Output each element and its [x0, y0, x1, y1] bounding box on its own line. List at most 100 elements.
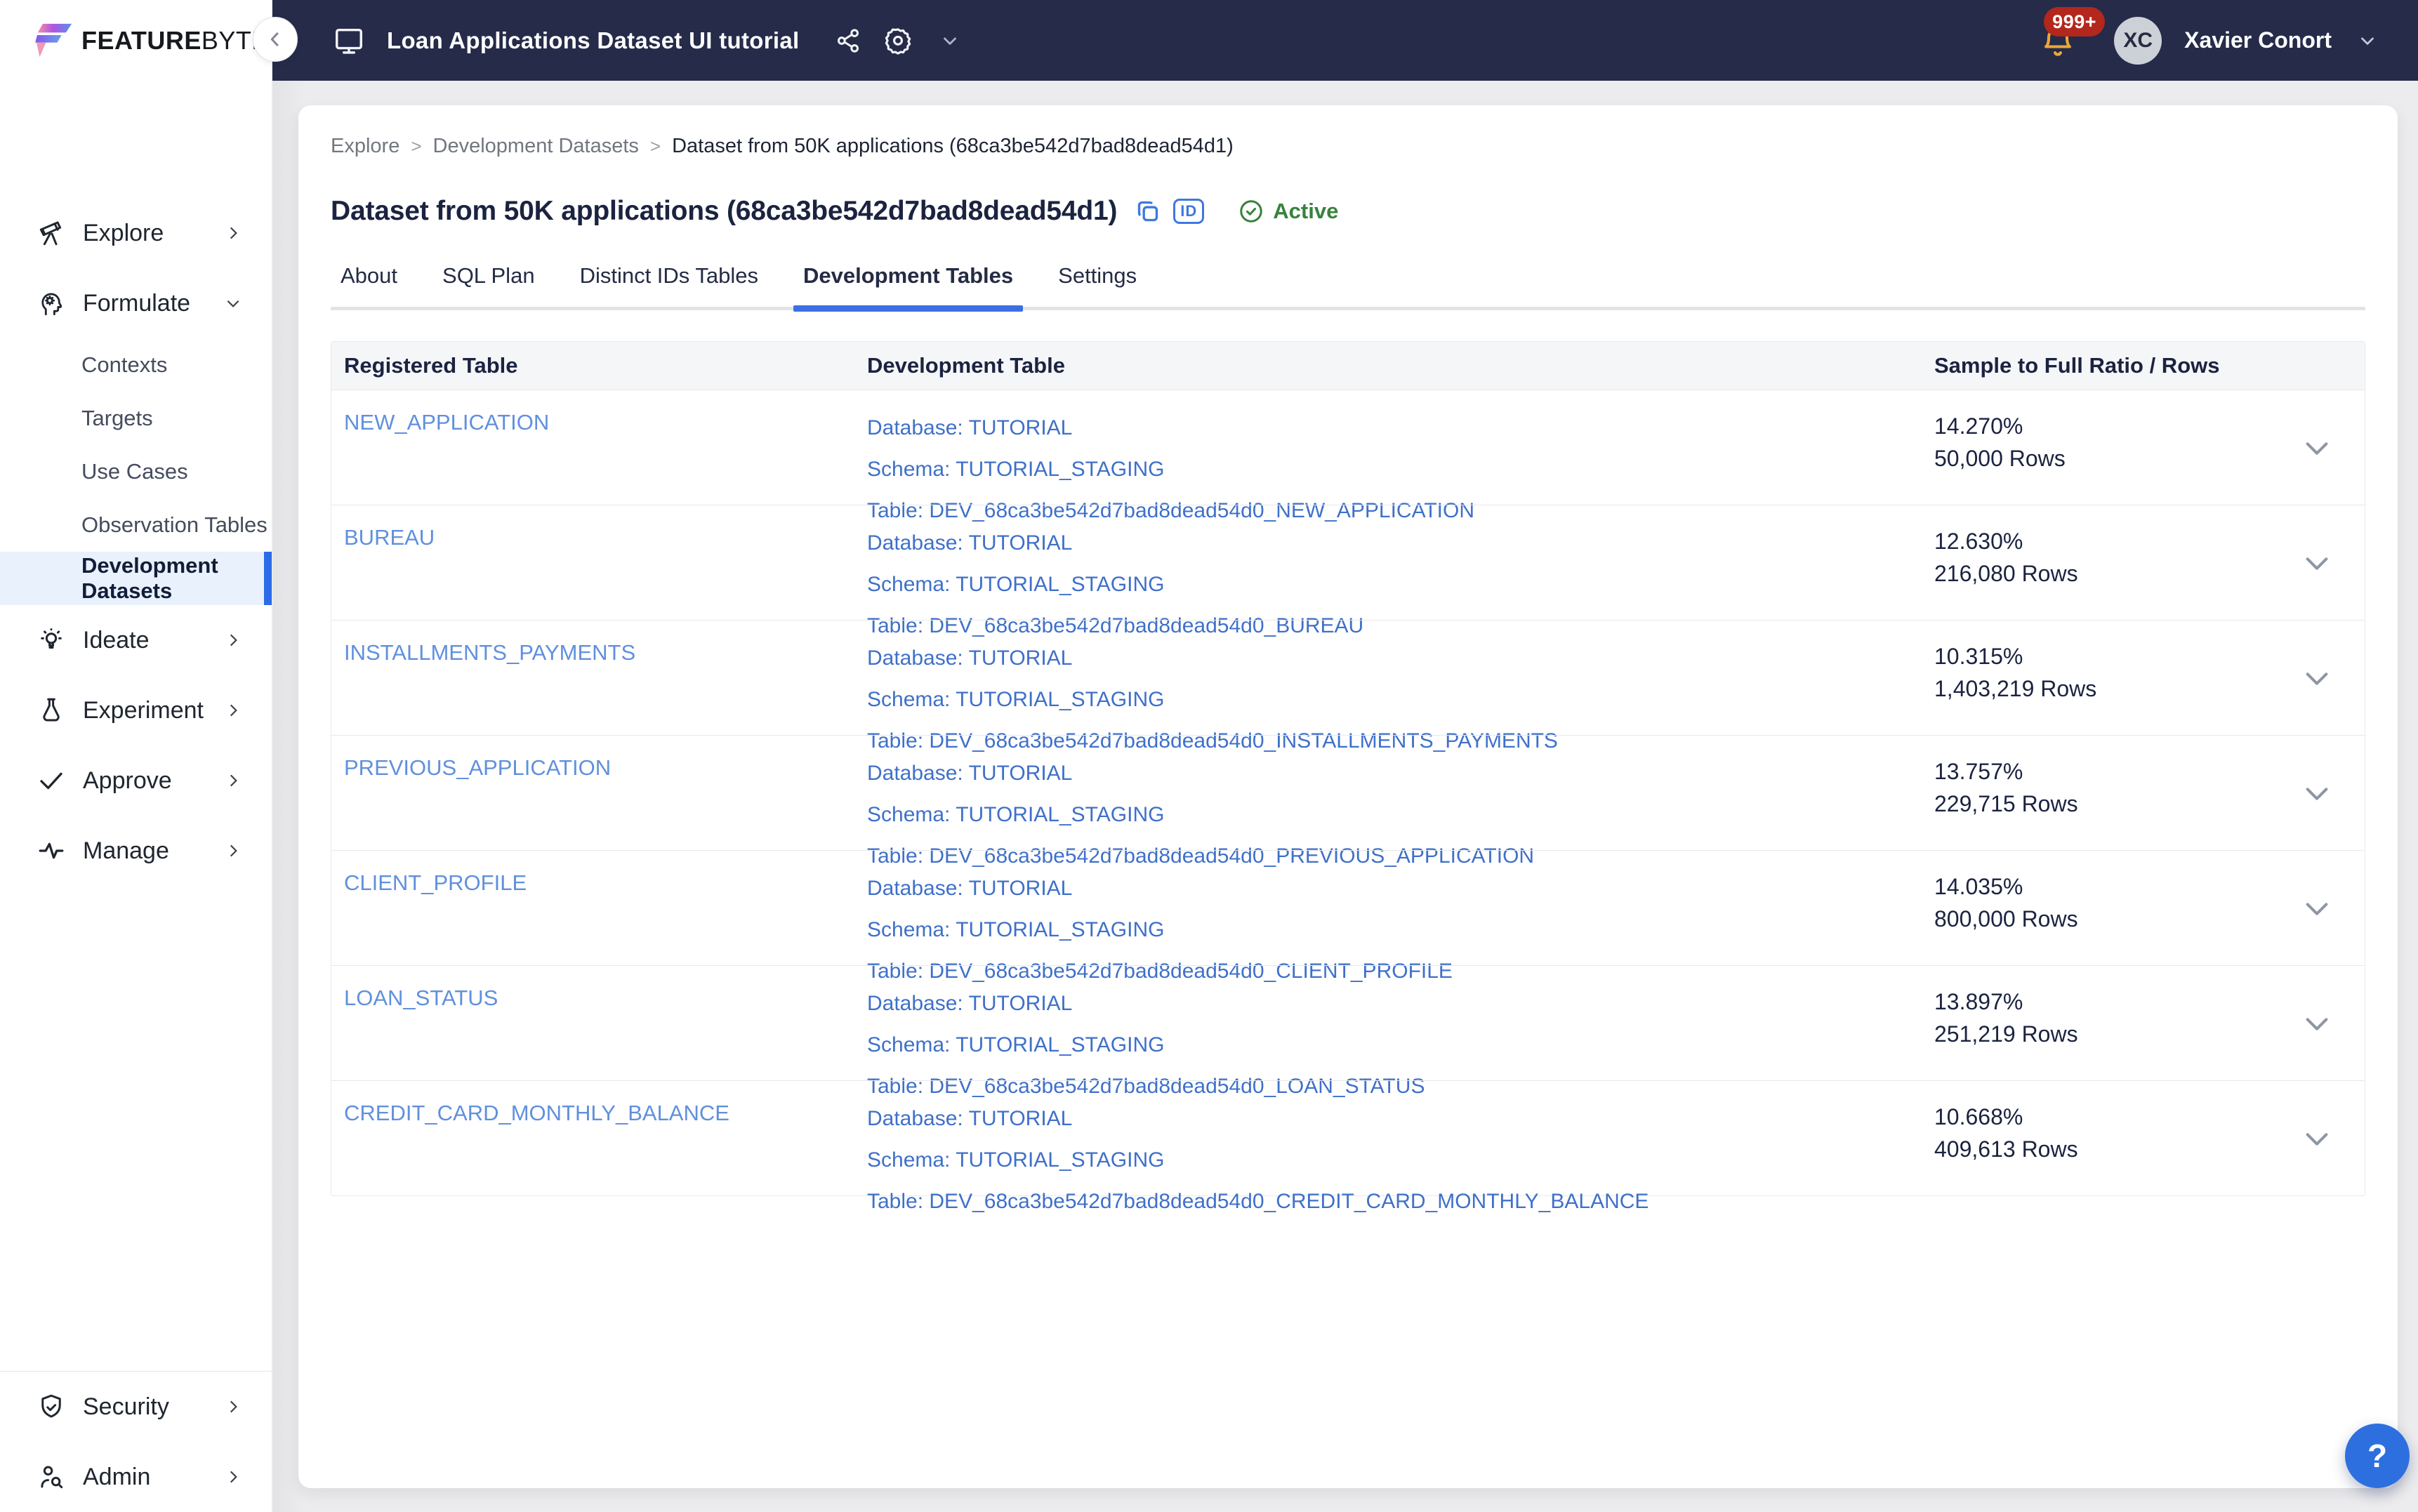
- chevron-right-icon: [224, 1398, 242, 1416]
- chevron-down-icon: [224, 294, 242, 312]
- sidebar-item-label: Ideate: [83, 627, 150, 654]
- development-tables-table: Registered Table Development Table Sampl…: [331, 341, 2365, 1196]
- sidebar-collapse-button[interactable]: [253, 17, 298, 62]
- breadcrumb-separator: >: [411, 135, 421, 157]
- table-row: CLIENT_PROFILE Database: TUTORIAL Schema…: [331, 850, 2365, 965]
- user-name[interactable]: Xavier Conort: [2184, 27, 2332, 53]
- schema-line: Schema: TUTORIAL_STAGING: [867, 1139, 1922, 1181]
- registered-table-link[interactable]: CLIENT_PROFILE: [344, 870, 527, 895]
- sidebar-item-security[interactable]: Security: [0, 1372, 272, 1442]
- chevron-right-icon: [224, 701, 242, 719]
- sidebar-item-experiment[interactable]: Experiment: [0, 675, 272, 745]
- sidebar-item-observation-tables[interactable]: Observation Tables: [0, 498, 272, 552]
- sidebar-item-approve[interactable]: Approve: [0, 745, 272, 816]
- row-expand-chevron[interactable]: [2303, 785, 2331, 803]
- column-header-registered-table: Registered Table: [331, 353, 854, 378]
- sample-ratio: 14.270%: [1934, 410, 2365, 442]
- sidebar-item-formulate[interactable]: Formulate: [0, 268, 272, 338]
- topbar: Loan Applications Dataset UI tutorial 99…: [272, 0, 2418, 81]
- notifications-button[interactable]: 999+: [2038, 13, 2087, 69]
- lightbulb-icon: [37, 625, 66, 655]
- sidebar-spacer: [0, 886, 272, 1371]
- registered-table-link[interactable]: BUREAU: [344, 525, 435, 550]
- schema-line: Schema: TUTORIAL_STAGING: [867, 449, 1922, 490]
- breadcrumb-development-datasets[interactable]: Development Datasets: [433, 135, 639, 158]
- sidebar-item-contexts[interactable]: Contexts: [0, 338, 272, 392]
- featurebyte-logo-icon: [35, 23, 73, 58]
- sidebar-item-label: Security: [83, 1393, 169, 1421]
- database-line: Database: TUTORIAL: [867, 1098, 1922, 1139]
- row-expand-chevron[interactable]: [2303, 1130, 2331, 1148]
- check-icon: [37, 766, 66, 795]
- table-row: INSTALLMENTS_PAYMENTS Database: TUTORIAL…: [331, 620, 2365, 735]
- row-expand-chevron[interactable]: [2303, 555, 2331, 573]
- user-search-icon: [37, 1462, 66, 1492]
- sidebar-item-admin[interactable]: Admin: [0, 1442, 272, 1512]
- table-row: BUREAU Database: TUTORIAL Schema: TUTORI…: [331, 505, 2365, 620]
- sidebar-item-targets[interactable]: Targets: [0, 392, 272, 445]
- breadcrumb-explore[interactable]: Explore: [331, 135, 399, 158]
- sample-ratio: 12.630%: [1934, 525, 2365, 557]
- chevron-right-icon: [224, 224, 242, 242]
- row-expand-chevron[interactable]: [2303, 1015, 2331, 1033]
- tab-label: Development Tables: [803, 263, 1013, 288]
- monitor-icon: [332, 25, 366, 57]
- tab-about[interactable]: About: [331, 263, 407, 307]
- avatar[interactable]: XC: [2114, 17, 2162, 65]
- registered-table-link[interactable]: LOAN_STATUS: [344, 986, 498, 1010]
- row-expand-chevron[interactable]: [2303, 670, 2331, 688]
- copy-name-button[interactable]: [1134, 197, 1162, 225]
- pulse-icon: [37, 836, 66, 866]
- schema-line: Schema: TUTORIAL_STAGING: [867, 794, 1922, 835]
- sidebar-item-label: Manage: [83, 837, 169, 865]
- registered-table-link[interactable]: NEW_APPLICATION: [344, 410, 549, 435]
- help-button[interactable]: ?: [2345, 1424, 2410, 1488]
- schema-line: Schema: TUTORIAL_STAGING: [867, 909, 1922, 950]
- table-row: NEW_APPLICATION Database: TUTORIAL Schem…: [331, 390, 2365, 505]
- sidebar-item-explore[interactable]: Explore: [0, 198, 272, 268]
- active-indicator: [264, 552, 272, 605]
- registered-table-link[interactable]: CREDIT_CARD_MONTHLY_BALANCE: [344, 1101, 729, 1125]
- tab-sql-plan[interactable]: SQL Plan: [432, 263, 545, 307]
- registered-table-link[interactable]: INSTALLMENTS_PAYMENTS: [344, 640, 635, 665]
- sidebar-nav: Explore Formulate: [0, 81, 272, 1512]
- workspace-chevron-down-icon[interactable]: [939, 30, 960, 51]
- notification-count-badge: 999+: [2044, 7, 2105, 37]
- row-expand-chevron[interactable]: [2303, 900, 2331, 918]
- registered-table-link[interactable]: PREVIOUS_APPLICATION: [344, 755, 611, 780]
- workspace-switcher[interactable]: Loan Applications Dataset UI tutorial: [332, 25, 799, 57]
- status-text: Active: [1273, 199, 1338, 224]
- database-line: Database: TUTORIAL: [867, 868, 1922, 909]
- sidebar-item-use-cases[interactable]: Use Cases: [0, 445, 272, 498]
- chevron-right-icon: [224, 1468, 242, 1486]
- sidebar-subitem-label: Use Cases: [81, 459, 188, 484]
- sample-ratio: 14.035%: [1934, 870, 2365, 903]
- sidebar-item-manage[interactable]: Manage: [0, 816, 272, 886]
- row-count: 251,219 Rows: [1934, 1018, 2365, 1050]
- brand-logo[interactable]: FEATUREBYTE: [0, 0, 272, 81]
- sample-ratio: 13.897%: [1934, 986, 2365, 1018]
- database-line: Database: TUTORIAL: [867, 752, 1922, 794]
- column-header-development-table: Development Table: [854, 353, 1922, 378]
- user-menu-chevron-down-icon[interactable]: [2357, 30, 2378, 51]
- head-gear-icon: [37, 289, 66, 318]
- sample-ratio: 10.315%: [1934, 640, 2365, 672]
- sidebar-item-label: Experiment: [83, 697, 204, 724]
- sidebar-subitem-label: Targets: [81, 406, 153, 431]
- sidebar-item-ideate[interactable]: Ideate: [0, 605, 272, 675]
- share-button[interactable]: [834, 27, 862, 55]
- schema-line: Schema: TUTORIAL_STAGING: [867, 679, 1922, 720]
- breadcrumb: Explore > Development Datasets > Dataset…: [331, 135, 2365, 158]
- tab-development-tables[interactable]: Development Tables: [793, 263, 1023, 307]
- tab-settings[interactable]: Settings: [1048, 263, 1147, 307]
- schema-line: Schema: TUTORIAL_STAGING: [867, 564, 1922, 605]
- database-line: Database: TUTORIAL: [867, 522, 1922, 564]
- row-expand-chevron[interactable]: [2303, 439, 2331, 458]
- tab-distinct-ids-tables[interactable]: Distinct IDs Tables: [570, 263, 768, 307]
- sidebar-item-development-datasets[interactable]: Development Datasets: [0, 552, 272, 605]
- breadcrumb-separator: >: [650, 135, 661, 157]
- copy-id-button[interactable]: ID: [1173, 199, 1204, 224]
- settings-button[interactable]: [883, 26, 913, 55]
- sidebar: FEATUREBYTE Explore: [0, 0, 272, 1512]
- sidebar-subitem-label: Observation Tables: [81, 512, 267, 538]
